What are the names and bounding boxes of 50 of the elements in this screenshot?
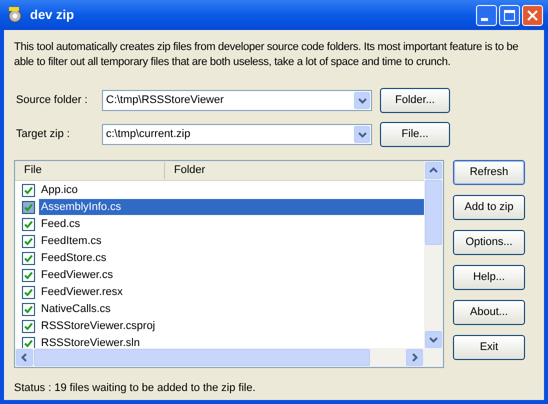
scroll-thumb[interactable] — [425, 180, 442, 245]
file-name-row[interactable]: App.ico — [39, 182, 424, 198]
scroll-left-icon[interactable] — [16, 349, 33, 366]
field-label: Source folder : — [16, 93, 89, 108]
push-button[interactable]: Help... — [453, 265, 525, 290]
vertical-scrollbar[interactable] — [424, 161, 443, 348]
column-header[interactable]: File — [15, 162, 165, 179]
file-name-row[interactable]: RSSStoreViewer.sln — [39, 335, 424, 348]
checkbox[interactable] — [22, 268, 35, 282]
checkbox[interactable] — [22, 252, 35, 265]
path-combo-box[interactable]: c:\tmp\current.zip — [102, 124, 372, 145]
scroll-right-icon[interactable] — [406, 349, 423, 366]
window-title: dev zip — [30, 6, 76, 24]
file-name-row[interactable]: FeedItem.cs — [39, 233, 424, 250]
scroll-thumb[interactable] — [34, 349, 370, 366]
checkbox[interactable] — [22, 184, 35, 197]
description-text: This tool automatically creates zip files from developer source code folders. Its most important feature is to be able to filter out all temporary files that are both useless, take a lot of space and time to crunch. — [14, 40, 520, 70]
file-name-row[interactable]: NativeCalls.cs — [39, 301, 424, 318]
scroll-down-icon[interactable] — [425, 331, 442, 348]
checkbox[interactable] — [22, 218, 35, 231]
close-icon — [527, 10, 538, 20]
checkbox[interactable] — [22, 200, 35, 214]
checkbox[interactable] — [22, 336, 35, 348]
checkbox[interactable] — [22, 302, 35, 316]
push-button[interactable]: Exit — [453, 335, 525, 360]
maximize-button[interactable] — [499, 4, 520, 26]
column-header[interactable]: Folder — [165, 162, 206, 179]
file-name-row[interactable]: RSSStoreViewer.csproj — [39, 318, 424, 334]
minimize-button[interactable] — [476, 4, 497, 26]
push-button[interactable]: Refresh — [453, 160, 525, 185]
push-button[interactable]: About... — [453, 300, 525, 325]
close-button[interactable] — [522, 4, 543, 26]
file-name-row[interactable]: FeedViewer.resx — [39, 284, 424, 300]
horizontal-scrollbar[interactable] — [15, 348, 443, 367]
file-name-row[interactable]: Feed.cs — [39, 216, 424, 232]
file-name-row[interactable]: FeedStore.cs — [39, 250, 424, 266]
file-name-row[interactable]: FeedViewer.cs — [39, 267, 424, 284]
checkbox[interactable] — [22, 234, 35, 248]
checkbox[interactable] — [22, 286, 35, 299]
push-button[interactable]: Options... — [453, 230, 525, 255]
app-icon — [6, 6, 24, 24]
scroll-up-icon[interactable] — [425, 162, 442, 179]
path-combo-box[interactable]: C:\tmp\RSSStoreViewer — [102, 90, 372, 111]
push-button[interactable]: File... — [380, 122, 450, 147]
status-text: Status : 19 files waiting to be added to the zip file. — [14, 381, 257, 396]
checkbox[interactable] — [22, 320, 35, 333]
push-button[interactable]: Add to zip — [453, 195, 525, 220]
field-label: Target zip : — [16, 127, 71, 142]
push-button[interactable]: Folder... — [380, 88, 450, 113]
file-name-row[interactable]: AssemblyInfo.cs — [39, 199, 424, 216]
